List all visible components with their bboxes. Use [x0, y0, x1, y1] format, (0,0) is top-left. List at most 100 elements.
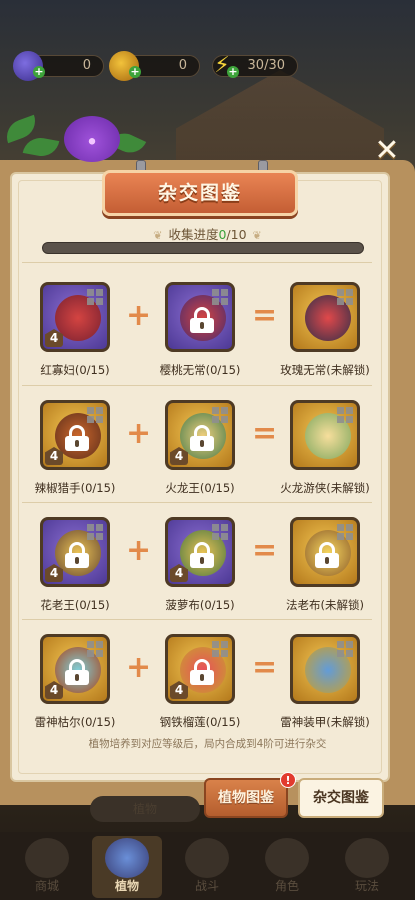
shop-icon	[25, 838, 69, 878]
divider	[22, 262, 372, 263]
grid-icon	[212, 524, 228, 540]
add-gem-icon[interactable]: +	[33, 66, 45, 78]
leaf-icon	[22, 135, 60, 159]
resource-bar: + 0 + 0 ⚡ + 30/30	[0, 51, 415, 82]
gem-value: 0	[82, 58, 91, 73]
hybrid-result-card[interactable]	[290, 400, 360, 470]
hybrid-hint-text: 植物培养到对应等级后，局内合成到4阶可进行杂交	[88, 738, 327, 750]
lock-icon	[190, 542, 214, 568]
result-name: 玫瑰无常(未解锁)	[280, 363, 370, 377]
tab-plant-guide[interactable]: 植物图鉴	[204, 778, 288, 818]
divider	[22, 502, 372, 503]
recipe-row: 4 + 4 = 雷神枯尔(0/15) 钢铁榴莲(0/15) 雷神装甲(未解锁)	[20, 622, 374, 736]
close-button[interactable]: ✕	[372, 136, 402, 166]
energy-value: 30/30	[247, 58, 285, 73]
coin-counter[interactable]: + 0	[109, 51, 200, 81]
plant-a-name: 花老王(0/15)	[40, 598, 110, 612]
plant-b-name: 菠萝布(0/15)	[165, 598, 235, 612]
lock-icon	[65, 542, 89, 568]
plant-card-a[interactable]: 4	[40, 634, 110, 704]
plant-a-name: 红寡妇(0/15)	[40, 363, 110, 377]
nav-battle[interactable]: 战斗	[172, 836, 242, 898]
progress-label: ❦ 收集进度0/10 ❦	[0, 224, 415, 243]
grid-icon	[337, 407, 353, 423]
grid-icon	[212, 641, 228, 657]
grid-icon	[337, 289, 353, 305]
grid-icon	[337, 641, 353, 657]
hybrid-result-card[interactable]	[290, 517, 360, 587]
recipe-row: 4 + = 红寡妇(0/15) 樱桃无常(0/15) 玫瑰无常(未解锁)	[20, 270, 374, 384]
lock-icon	[190, 659, 214, 685]
nav-label: 植物	[114, 879, 139, 893]
plant-card-a[interactable]: 4	[40, 400, 110, 470]
dialog-title: 杂交图鉴	[102, 170, 298, 216]
bottom-nav: 商城 植物 战斗 角色 玩法	[0, 832, 415, 900]
nav-label: 角色	[274, 879, 299, 893]
equals-icon: =	[252, 416, 278, 451]
equals-icon: =	[252, 650, 278, 685]
grid-icon	[212, 407, 228, 423]
lock-icon	[65, 659, 89, 685]
plus-icon: +	[126, 650, 152, 685]
plant-icon	[105, 838, 149, 878]
section-label: 植物	[90, 796, 200, 822]
plant-card-b[interactable]: 4	[165, 634, 235, 704]
equals-icon: =	[252, 533, 278, 568]
progress-total: /10	[226, 227, 247, 242]
nav-modes[interactable]: 玩法	[332, 836, 402, 898]
leaf-flourish-icon: ❦	[252, 229, 262, 242]
plant-card-a[interactable]: 4	[40, 517, 110, 587]
lock-icon	[190, 307, 214, 333]
tab-hybrid-guide[interactable]: 杂交图鉴	[298, 778, 384, 818]
result-name: 法老布(未解锁)	[286, 598, 364, 612]
coin-value: 0	[178, 58, 187, 73]
recipe-row: 4 + 4 = 花老王(0/15) 菠萝布(0/15) 法老布(未解锁)	[20, 505, 374, 619]
nav-plants[interactable]: 植物	[92, 836, 162, 898]
plant-b-name: 樱桃无常(0/15)	[159, 363, 241, 377]
battle-icon	[185, 838, 229, 878]
modes-icon	[345, 838, 389, 878]
nav-label: 玩法	[354, 879, 379, 893]
lock-icon	[65, 425, 89, 451]
energy-counter[interactable]: ⚡ + 30/30	[212, 53, 298, 78]
hybrid-result-card[interactable]	[290, 634, 360, 704]
grid-icon	[87, 407, 103, 423]
grid-icon	[87, 524, 103, 540]
result-name: 火龙游侠(未解锁)	[280, 481, 370, 495]
plus-icon: +	[126, 416, 152, 451]
result-name: 雷神装甲(未解锁)	[280, 715, 370, 729]
leaf-flourish-icon: ❦	[153, 229, 163, 242]
nav-shop[interactable]: 商城	[12, 836, 82, 898]
plus-icon: +	[126, 533, 152, 568]
plus-icon: +	[126, 298, 152, 333]
hybrid-result-card[interactable]	[290, 282, 360, 352]
divider	[22, 385, 372, 386]
recipe-row: 4 + 4 = 辣椒猎手(0/15) 火龙王(0/15) 火龙游侠(未解锁)	[20, 388, 374, 502]
flower-decoration	[0, 100, 150, 170]
divider	[22, 619, 372, 620]
grid-icon	[87, 289, 103, 305]
lock-icon	[190, 425, 214, 451]
nav-character[interactable]: 角色	[252, 836, 322, 898]
plant-card-b[interactable]: 4	[165, 400, 235, 470]
progress-prefix: 收集进度	[168, 227, 219, 242]
flower-icon	[64, 116, 120, 162]
plant-card-b[interactable]: 4	[165, 517, 235, 587]
gem-counter[interactable]: + 0	[13, 51, 104, 81]
plant-card-b[interactable]	[165, 282, 235, 352]
plant-a-name: 辣椒猎手(0/15)	[34, 481, 116, 495]
add-coin-icon[interactable]: +	[129, 66, 141, 78]
plant-b-name: 钢铁榴莲(0/15)	[159, 715, 241, 729]
equals-icon: =	[252, 298, 278, 333]
nav-label: 战斗	[194, 879, 219, 893]
nav-label: 商城	[34, 879, 59, 893]
plant-card-a[interactable]: 4	[40, 282, 110, 352]
collection-progress-bar	[42, 242, 364, 254]
notification-badge: !	[280, 772, 296, 788]
add-energy-icon[interactable]: +	[227, 66, 239, 78]
grid-icon	[337, 524, 353, 540]
grid-icon	[212, 289, 228, 305]
plant-a-name: 雷神枯尔(0/15)	[34, 715, 116, 729]
grid-icon	[87, 641, 103, 657]
plant-b-name: 火龙王(0/15)	[165, 481, 235, 495]
